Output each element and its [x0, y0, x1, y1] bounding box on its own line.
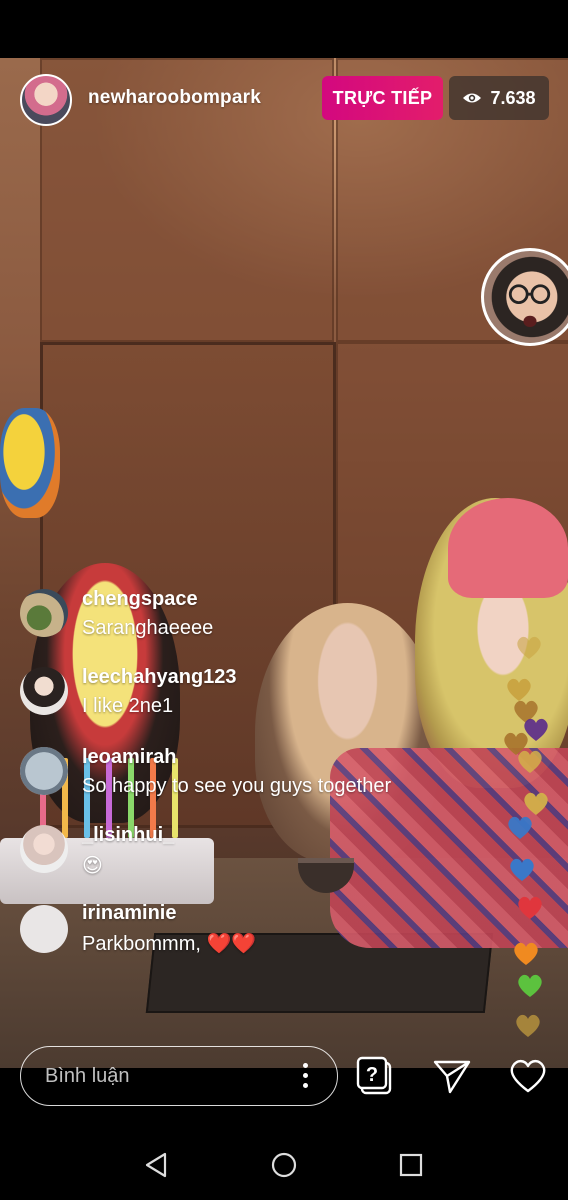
- commenter-avatar[interactable]: [20, 825, 68, 873]
- reaction-heart-icon: [515, 634, 543, 660]
- reaction-heart-icon: [506, 814, 534, 840]
- reaction-heart-icon: [522, 790, 550, 816]
- reaction-heart-icon: [516, 972, 544, 998]
- like-heart-icon[interactable]: [508, 1055, 548, 1097]
- reaction-heart-icon: [514, 1012, 542, 1038]
- comment-input[interactable]: Bình luận: [20, 1046, 338, 1106]
- live-badge: TRỰC TIẾP: [322, 76, 443, 120]
- reaction-heart-icon: [512, 940, 540, 966]
- commenter-avatar[interactable]: [20, 667, 68, 715]
- send-icon[interactable]: [432, 1055, 472, 1097]
- question-sticker-icon[interactable]: ?: [356, 1055, 396, 1097]
- comment-username[interactable]: chengspace: [82, 588, 198, 611]
- commenter-avatar[interactable]: [20, 747, 68, 795]
- reaction-heart-icon: [516, 894, 544, 920]
- plush-toy: [0, 408, 60, 518]
- recent-apps-icon[interactable]: [396, 1150, 426, 1180]
- commenter-avatar[interactable]: [20, 905, 68, 953]
- viewer-count-badge[interactable]: 7.638: [449, 76, 549, 120]
- comment-username[interactable]: irinaminie: [82, 902, 176, 925]
- more-options-icon[interactable]: [303, 1063, 309, 1091]
- comment-text: So happy to see you guys together: [82, 775, 392, 797]
- comment-username[interactable]: leoamirah: [82, 746, 176, 769]
- pink-hat: [448, 498, 568, 598]
- home-icon[interactable]: [269, 1150, 299, 1180]
- viewer-count: 7.638: [490, 87, 536, 108]
- host-username[interactable]: newharoobompark: [88, 87, 261, 109]
- live-label: TRỰC TIẾP: [332, 87, 433, 108]
- commenter-avatar[interactable]: [20, 589, 68, 637]
- host-avatar[interactable]: [20, 74, 72, 126]
- reaction-heart-icon: [508, 856, 536, 882]
- comment-text: Parkbommm, ❤️❤️: [82, 933, 257, 955]
- comment-username[interactable]: _lisinhui_: [82, 824, 174, 847]
- comment-text: I like 2ne1: [82, 695, 174, 717]
- comment-username[interactable]: leechahyang123: [82, 666, 237, 689]
- comment-placeholder: Bình luận: [45, 1064, 130, 1087]
- live-guest-avatar[interactable]: [481, 248, 568, 346]
- svg-text:?: ?: [366, 1064, 378, 1086]
- comment-text: 😍: [82, 855, 103, 877]
- eye-icon: [462, 91, 482, 105]
- comment-text: Saranghaeeee: [82, 617, 214, 639]
- reaction-heart-icon: [516, 748, 544, 774]
- back-icon[interactable]: [142, 1150, 172, 1180]
